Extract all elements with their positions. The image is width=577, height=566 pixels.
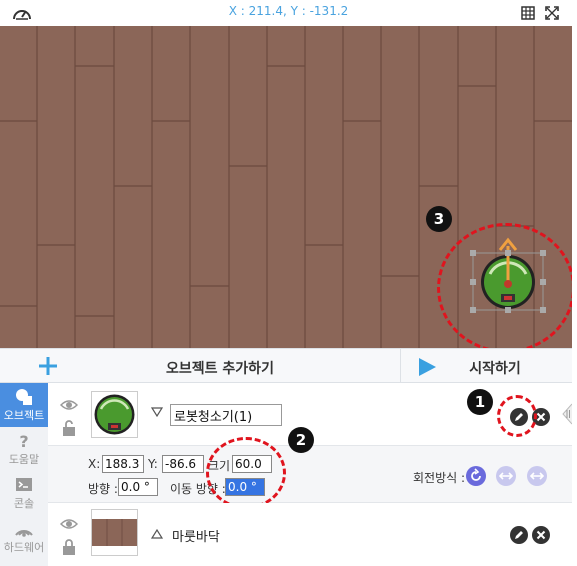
mouse-coordinates: X : 211.4, Y : -131.2 [228, 4, 349, 18]
object-thumbnail-floor [91, 509, 138, 556]
stage-topbar: X : 211.4, Y : -131.2 [0, 0, 577, 26]
grid-icon[interactable] [521, 6, 535, 20]
tab-console[interactable]: 콘솔 [0, 471, 48, 515]
eye-icon[interactable] [60, 396, 78, 414]
y-label: Y: [148, 457, 158, 471]
side-tabs: 오브젝트 ? 도움말 콘솔 하드웨어 [0, 383, 48, 566]
x-field[interactable]: 188.3 [102, 455, 144, 473]
rotation-mode-label: 회전방식 : [413, 471, 466, 485]
object-toolbar: 오브젝트 추가하기 시작하기 [0, 348, 572, 384]
tab-hardware-label: 하드웨어 [3, 541, 45, 554]
wifi-icon [15, 530, 33, 537]
tab-objects[interactable]: 오브젝트 [0, 383, 48, 427]
resize-handle-icon[interactable] [562, 403, 572, 425]
close-icon[interactable] [532, 526, 550, 544]
pencil-icon[interactable] [510, 526, 528, 544]
start-button[interactable]: 시작하기 [440, 358, 550, 378]
objects-icon [16, 389, 32, 405]
annotation-badge-3: 3 [426, 206, 452, 232]
annotation-badge-2: 2 [288, 427, 314, 453]
tab-console-label: 콘솔 [13, 497, 35, 510]
rotate-horizontal-icon[interactable] [496, 466, 516, 486]
play-icon[interactable] [417, 357, 437, 377]
tab-objects-label: 오브젝트 [3, 409, 45, 422]
annotation-badge-1: 1 [467, 389, 493, 415]
tab-hardware[interactable]: 하드웨어 [0, 515, 48, 559]
question-icon: ? [19, 432, 28, 451]
add-object-button[interactable]: 오브젝트 추가하기 [130, 358, 310, 378]
lock-icon[interactable] [60, 538, 78, 556]
object-name-floor: 마룻바닥 [172, 530, 220, 545]
object-list: 로봇청소기(1) 1 X: 188.3 Y: -86.6 크기 : 60.0 방… [48, 383, 572, 566]
console-icon [16, 478, 32, 491]
fullscreen-icon[interactable] [545, 6, 559, 20]
x-label: X: [88, 457, 101, 471]
chevron-down-icon[interactable] [151, 407, 163, 417]
svg-text:?: ? [19, 432, 28, 451]
direction-field[interactable]: 0.0 ° [118, 478, 158, 496]
tab-help-label: 도움말 [8, 453, 40, 466]
highlight-circle-edit [497, 395, 537, 437]
rotate-free-icon[interactable] [466, 466, 486, 486]
object-item-floor[interactable]: 마룻바닥 [48, 503, 572, 565]
direction-label: 방향 : [88, 482, 118, 496]
lock-open-icon[interactable] [60, 419, 78, 437]
y-field[interactable]: -86.6 [162, 455, 204, 473]
object-name-input[interactable]: 로봇청소기(1) [170, 404, 282, 426]
plus-icon[interactable] [36, 354, 60, 378]
eye-icon[interactable] [60, 515, 78, 533]
object-thumbnail-robot [91, 391, 138, 438]
highlight-circle-robot [437, 223, 572, 348]
object-properties-panel: X: 188.3 Y: -86.6 크기 : 60.0 방향 : 0.0 ° 이… [48, 427, 572, 509]
tab-help[interactable]: ? 도움말 [0, 427, 48, 471]
highlight-circle-move-direction [206, 437, 286, 509]
toolbar-divider [400, 349, 401, 384]
rotate-none-icon[interactable] [527, 466, 547, 486]
stage-canvas[interactable]: 3 [0, 26, 572, 348]
chevron-up-icon[interactable] [151, 529, 163, 539]
